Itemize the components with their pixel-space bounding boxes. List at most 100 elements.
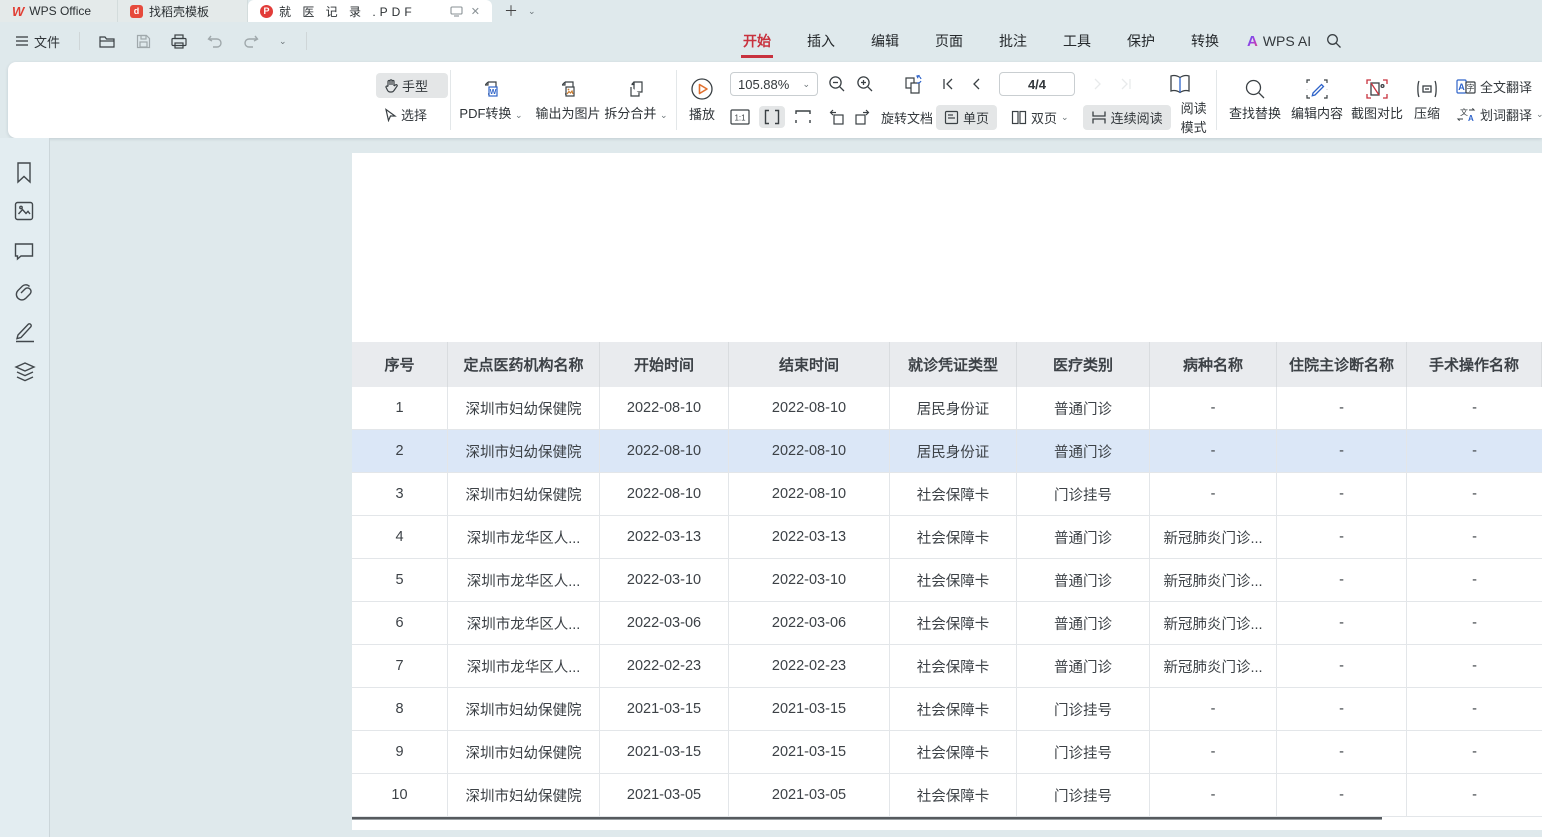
print-button[interactable]: [166, 30, 192, 53]
continuous-read-button[interactable]: 连续阅读: [1083, 105, 1171, 130]
rotate-right-button[interactable]: [854, 108, 872, 126]
tab-wps-home[interactable]: W WPS Office: [0, 0, 118, 22]
last-page-button[interactable]: [1113, 78, 1138, 90]
table-cell: 2022-03-10: [729, 559, 890, 601]
table-row[interactable]: 6深圳市龙华区人...2022-03-062022-03-06社会保障卡普通门诊…: [352, 602, 1542, 645]
first-page-button[interactable]: [936, 78, 961, 90]
edit-content-icon: [1305, 78, 1329, 100]
table-cell: 普通门诊: [1017, 645, 1150, 687]
actual-size-button[interactable]: 1:1: [730, 109, 750, 125]
open-file-button[interactable]: [94, 30, 121, 53]
ribbon-tab-comment[interactable]: 批注: [981, 22, 1045, 60]
tab-document[interactable]: P 就 医 记 录 .PDF ✕: [248, 0, 492, 22]
table-row[interactable]: 3深圳市妇幼保健院2022-08-102022-08-10社会保障卡门诊挂号--…: [352, 473, 1542, 516]
svg-text:文: 文: [1460, 107, 1468, 117]
word-translate-icon: 文A: [1456, 107, 1476, 122]
cursor-icon: [384, 108, 397, 122]
ribbon-tab-home[interactable]: 开始: [725, 22, 789, 60]
file-menu-button[interactable]: 文件: [10, 28, 65, 55]
layers-icon[interactable]: [13, 360, 37, 384]
single-page-icon: [944, 110, 959, 125]
hand-tool-button[interactable]: 手型: [376, 73, 448, 98]
table-row[interactable]: 1深圳市妇幼保健院2022-08-102022-08-10居民身份证普通门诊--…: [352, 387, 1542, 430]
find-replace-button[interactable]: 查找替换: [1222, 62, 1288, 138]
table-cell: -: [1277, 731, 1407, 773]
play-button[interactable]: 播放: [680, 62, 724, 138]
find-replace-icon: [1244, 78, 1266, 100]
double-page-label: 双页: [1031, 108, 1057, 127]
ribbon-tab-convert[interactable]: 转换: [1173, 22, 1237, 60]
next-page-button[interactable]: [1087, 78, 1109, 90]
table-row[interactable]: 4深圳市龙华区人...2022-03-132022-03-13社会保障卡普通门诊…: [352, 516, 1542, 559]
tab-list-chevron-icon[interactable]: ⌄: [528, 6, 536, 17]
wps-ai-button[interactable]: A WPS AI: [1237, 33, 1321, 50]
read-mode-button[interactable]: [1168, 73, 1192, 95]
comment-icon[interactable]: [13, 241, 37, 265]
bookmark-icon[interactable]: [13, 161, 37, 185]
double-page-button[interactable]: 双页 ⌄: [1003, 105, 1077, 130]
hamburger-icon: [15, 35, 29, 47]
page-number-input[interactable]: 4/4: [999, 72, 1075, 96]
table-row[interactable]: 7深圳市龙华区人...2022-02-232022-02-23社会保障卡普通门诊…: [352, 645, 1542, 688]
table-cell: 8: [352, 688, 448, 730]
play-label: 播放: [689, 104, 715, 123]
table-cell: 普通门诊: [1017, 387, 1150, 429]
new-tab-icon[interactable]: ＋: [504, 1, 518, 21]
previous-page-button[interactable]: [965, 78, 987, 90]
ribbon-tab-tools[interactable]: 工具: [1045, 22, 1109, 60]
table-row[interactable]: 5深圳市龙华区人...2022-03-102022-03-10社会保障卡普通门诊…: [352, 559, 1542, 602]
redo-button[interactable]: [238, 30, 264, 52]
fit-page-button[interactable]: [794, 109, 812, 125]
edit-content-button[interactable]: 编辑内容: [1286, 62, 1348, 138]
zoom-out-button[interactable]: [828, 75, 846, 93]
attachment-icon[interactable]: [13, 281, 37, 305]
replace-pages-button[interactable]: [902, 72, 926, 96]
table-cell: 社会保障卡: [890, 645, 1017, 687]
table-cell: 深圳市龙华区人...: [448, 602, 600, 644]
table-row[interactable]: 9深圳市妇幼保健院2021-03-152021-03-15社会保障卡门诊挂号--…: [352, 731, 1542, 774]
close-tab-icon[interactable]: ✕: [471, 5, 480, 18]
word-translate-button[interactable]: 文A 划词翻译 ⌄: [1452, 103, 1542, 126]
table-cell: 5: [352, 559, 448, 601]
select-tool-button[interactable]: 选择: [376, 102, 448, 127]
split-merge-button[interactable]: 拆分合并 ⌄: [598, 62, 674, 138]
table-row[interactable]: 2深圳市妇幼保健院2022-08-102022-08-10居民身份证普通门诊--…: [352, 430, 1542, 473]
zoom-in-button[interactable]: [856, 75, 874, 93]
present-to-screen-icon[interactable]: [450, 6, 463, 17]
chevron-down-icon: ⌄: [1061, 112, 1069, 123]
table-header-cell: 手术操作名称: [1407, 342, 1542, 387]
table-cell: -: [1277, 516, 1407, 558]
ribbon-tab-insert[interactable]: 插入: [789, 22, 853, 60]
ribbon-tab-protect[interactable]: 保护: [1109, 22, 1173, 60]
table-cell: -: [1277, 387, 1407, 429]
window-tab-bar: W WPS Office d 找稻壳模板 P 就 医 记 录 .PDF ✕ ＋ …: [0, 0, 1542, 22]
single-page-button[interactable]: 单页: [936, 105, 997, 130]
full-translate-button[interactable]: A 字 全文翻译: [1452, 75, 1542, 98]
pdf-convert-button[interactable]: W PDF转换 ⌄: [455, 62, 527, 138]
ribbon-search-button[interactable]: [1321, 29, 1347, 53]
fit-width-icon: [764, 109, 780, 125]
table-cell: 2: [352, 430, 448, 472]
table-row[interactable]: 8深圳市妇幼保健院2021-03-152021-03-15社会保障卡门诊挂号--…: [352, 688, 1542, 731]
table-cell: -: [1407, 387, 1542, 429]
pdf-page[interactable]: 序号定点医药机构名称开始时间结束时间就诊凭证类型医疗类别病种名称住院主诊断名称手…: [352, 153, 1542, 830]
undo-button[interactable]: [202, 30, 228, 52]
sign-icon[interactable]: [13, 320, 37, 344]
ribbon-tab-edit[interactable]: 编辑: [853, 22, 917, 60]
ribbon-tab-page[interactable]: 页面: [917, 22, 981, 60]
zoom-level-select[interactable]: 105.88% ⌄: [730, 72, 818, 96]
table-row[interactable]: 10深圳市妇幼保健院2021-03-052021-03-05社会保障卡门诊挂号-…: [352, 774, 1542, 817]
save-button[interactable]: [131, 30, 156, 53]
tab-docer-templates[interactable]: d 找稻壳模板: [118, 0, 248, 22]
save-icon: [136, 34, 151, 49]
edit-content-label: 编辑内容: [1291, 103, 1343, 122]
tab-wps-home-label: WPS Office: [29, 4, 91, 18]
fit-width-button[interactable]: [759, 106, 785, 128]
screenshot-compare-button[interactable]: 截图对比: [1346, 62, 1408, 138]
compress-label: 压缩: [1414, 103, 1440, 122]
rotate-left-button[interactable]: [827, 108, 845, 126]
compress-button[interactable]: 压缩: [1406, 62, 1448, 138]
quick-access-chevron[interactable]: ⌄: [274, 32, 292, 51]
table-cell: -: [1407, 473, 1542, 515]
thumbnail-icon[interactable]: [13, 200, 37, 224]
